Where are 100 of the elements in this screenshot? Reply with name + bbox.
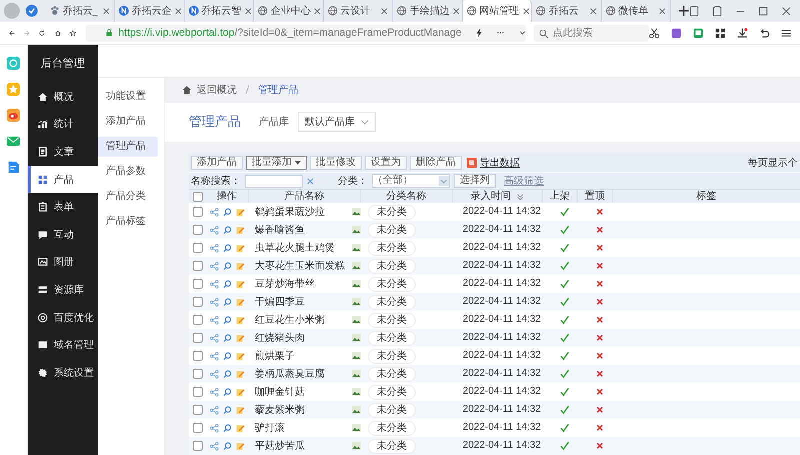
edit-icon[interactable] xyxy=(236,298,245,306)
edit-icon[interactable] xyxy=(236,316,245,324)
search-icon[interactable] xyxy=(223,208,232,216)
toolbar-button[interactable]: 批量修改 xyxy=(310,156,362,170)
image-icon[interactable] xyxy=(352,370,361,378)
share-icon[interactable] xyxy=(210,424,219,432)
close-icon[interactable] xyxy=(103,8,110,14)
undo-icon[interactable] xyxy=(759,28,770,38)
sidebar-item[interactable]: 概况 xyxy=(28,83,98,111)
browser-tab[interactable]: 网站管理 xyxy=(462,0,532,22)
row-checkbox[interactable] xyxy=(192,405,202,415)
share-icon[interactable] xyxy=(210,316,219,324)
image-icon[interactable] xyxy=(352,262,361,270)
image-icon[interactable] xyxy=(352,442,361,450)
close-icon[interactable] xyxy=(314,8,322,14)
apps-icon[interactable] xyxy=(715,28,726,38)
breadcrumb-link[interactable]: 返回概况 xyxy=(197,83,237,98)
close-icon[interactable] xyxy=(522,8,530,14)
category-select[interactable]: （全部） xyxy=(372,174,450,188)
submenu-item[interactable]: 产品标签 xyxy=(98,212,158,232)
image-icon[interactable] xyxy=(352,226,361,234)
close-icon[interactable] xyxy=(244,8,252,14)
search-icon[interactable] xyxy=(223,316,232,324)
edit-icon[interactable] xyxy=(236,352,245,360)
row-checkbox[interactable] xyxy=(192,261,202,271)
select-all-checkbox[interactable] xyxy=(192,192,202,202)
scissors-icon[interactable] xyxy=(649,28,660,38)
share-icon[interactable] xyxy=(210,388,219,396)
search-icon[interactable] xyxy=(223,388,232,396)
row-checkbox[interactable] xyxy=(192,315,202,325)
image-icon[interactable] xyxy=(352,244,361,252)
share-icon[interactable] xyxy=(210,406,219,414)
share-icon[interactable] xyxy=(210,262,219,270)
toolbar-button[interactable]: 添加产品 xyxy=(191,156,243,170)
edit-icon[interactable] xyxy=(236,280,245,288)
search-icon[interactable] xyxy=(223,244,232,252)
row-checkbox[interactable] xyxy=(192,225,202,235)
share-icon[interactable] xyxy=(210,208,219,216)
edit-icon[interactable] xyxy=(236,388,245,396)
library-select[interactable]: 默认产品库 xyxy=(298,112,376,132)
lightning-icon[interactable] xyxy=(476,28,484,38)
name-search-field[interactable] xyxy=(245,174,303,188)
image-icon[interactable] xyxy=(352,424,361,432)
image-icon[interactable] xyxy=(352,406,361,414)
close-icon[interactable] xyxy=(175,8,182,14)
edit-icon[interactable] xyxy=(236,226,245,234)
maximize-icon[interactable] xyxy=(758,6,770,16)
toolbar-button[interactable]: 删除产品 xyxy=(410,156,462,170)
edit-icon[interactable] xyxy=(236,208,245,216)
share-icon[interactable] xyxy=(210,280,219,288)
submenu-item[interactable]: 管理产品 xyxy=(98,137,158,157)
row-checkbox[interactable] xyxy=(192,279,202,289)
search-icon[interactable] xyxy=(223,424,232,432)
edit-icon[interactable] xyxy=(236,424,245,432)
row-checkbox[interactable] xyxy=(192,243,202,253)
close-icon[interactable] xyxy=(453,8,460,14)
edit-icon[interactable] xyxy=(236,370,245,378)
column-header[interactable]: 录入时间 xyxy=(453,190,543,203)
sidebar-item[interactable]: 产品 xyxy=(28,166,98,194)
close-icon[interactable] xyxy=(381,8,388,14)
share-icon[interactable] xyxy=(210,226,219,234)
search-icon[interactable] xyxy=(223,334,232,342)
share-icon[interactable] xyxy=(210,352,219,360)
edit-icon[interactable] xyxy=(236,262,245,270)
image-icon[interactable] xyxy=(352,316,361,324)
image-icon[interactable] xyxy=(352,388,361,396)
sidebar-item[interactable]: 文章 xyxy=(28,138,98,166)
toolbar-button[interactable]: 批量添加 xyxy=(246,156,307,170)
shield-icon[interactable] xyxy=(26,5,38,17)
close-icon[interactable] xyxy=(781,6,792,16)
address-field[interactable]: https://i.vip.webportal.top/?siteId=0&_item=manageFrameProductManage xyxy=(86,24,526,42)
eye-icon[interactable] xyxy=(7,109,20,122)
image-icon[interactable] xyxy=(352,208,361,216)
clear-icon[interactable] xyxy=(307,178,314,184)
row-checkbox[interactable] xyxy=(192,207,202,217)
mail-icon[interactable] xyxy=(7,135,20,148)
image-icon[interactable] xyxy=(352,352,361,360)
search-icon[interactable] xyxy=(223,262,232,270)
image-icon[interactable] xyxy=(352,298,361,306)
document-icon[interactable] xyxy=(7,161,20,174)
share-icon[interactable] xyxy=(210,442,219,450)
export-link[interactable]: 导出数据 xyxy=(480,156,520,170)
submenu-item[interactable]: 添加产品 xyxy=(98,112,158,132)
download-icon[interactable] xyxy=(737,28,748,38)
image-icon[interactable] xyxy=(352,334,361,342)
share-icon[interactable] xyxy=(210,244,219,252)
row-checkbox[interactable] xyxy=(192,297,202,307)
toolbar-button[interactable]: 设置为 xyxy=(365,156,407,170)
new-tab-icon[interactable] xyxy=(679,6,690,16)
column-header[interactable]: 产品名称 xyxy=(249,190,361,203)
row-checkbox[interactable] xyxy=(192,387,202,397)
caret-icon[interactable] xyxy=(295,161,301,165)
search-field[interactable]: 点此搜索 xyxy=(534,24,650,42)
menu-icon[interactable] xyxy=(781,28,792,38)
edit-icon[interactable] xyxy=(236,442,245,450)
row-checkbox[interactable] xyxy=(192,351,202,361)
share-icon[interactable] xyxy=(210,334,219,342)
sidebar-item[interactable]: 表单 xyxy=(28,193,98,221)
search-icon[interactable] xyxy=(223,280,232,288)
app-icon[interactable] xyxy=(7,57,20,70)
